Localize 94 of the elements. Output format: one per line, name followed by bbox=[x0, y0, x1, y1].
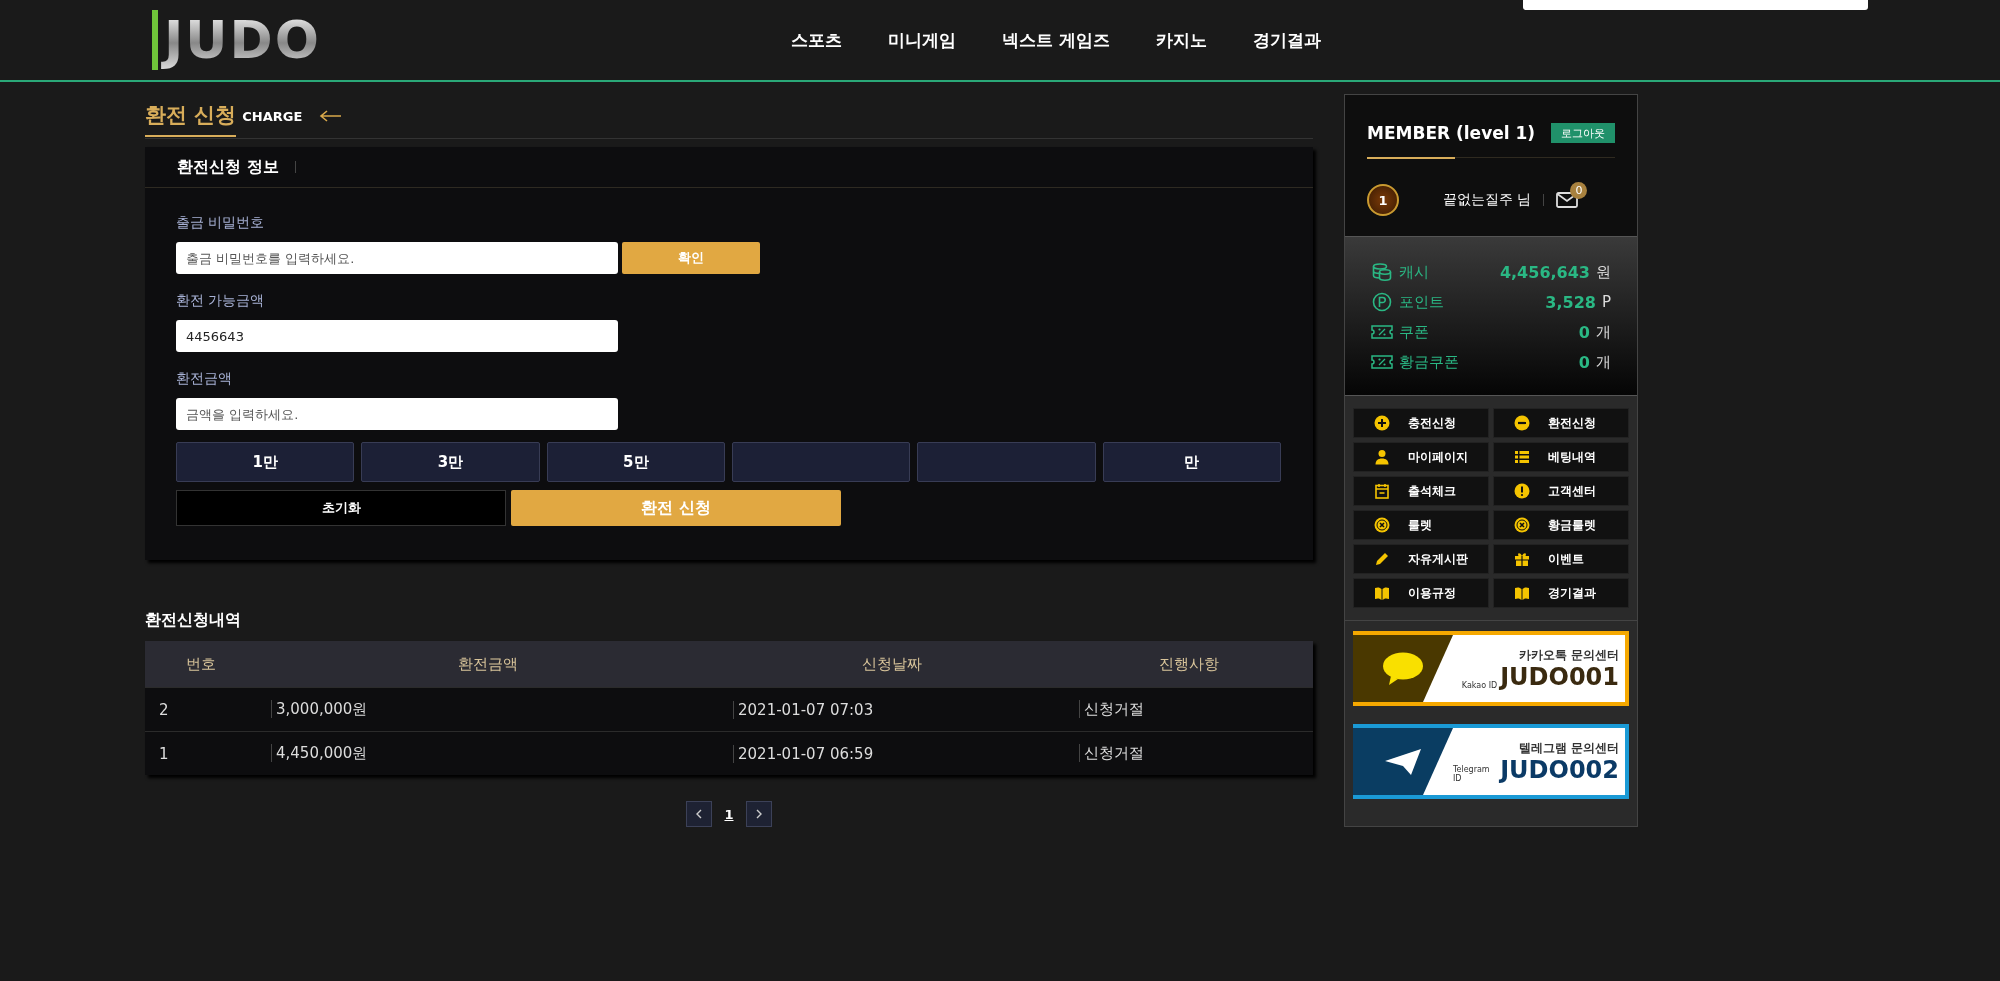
pencil-icon bbox=[1374, 551, 1390, 567]
contact-banner[interactable]: 카카오톡 문의센터 Kakao ID JUDO001 bbox=[1353, 631, 1629, 706]
nav-link[interactable]: 스포츠 bbox=[790, 28, 842, 52]
page-subtitle: CHARGE bbox=[242, 108, 303, 124]
message-count-badge: 0 bbox=[1570, 182, 1588, 199]
balance-unit: 원 bbox=[1596, 262, 1611, 282]
wheel-icon bbox=[1514, 517, 1530, 533]
nav-link[interactable]: 경기결과 bbox=[1252, 28, 1321, 52]
mail-icon[interactable] bbox=[1556, 192, 1579, 208]
plus-icon bbox=[1374, 415, 1390, 431]
table-cell: 2021-01-07 06:59 bbox=[733, 744, 874, 763]
balance-unit: 개 bbox=[1596, 322, 1611, 342]
banner-id: JUDO001 bbox=[1500, 664, 1619, 690]
menu-item[interactable]: 환전신청 bbox=[1493, 408, 1629, 438]
balance-value: 0 bbox=[1578, 322, 1590, 342]
logout-button[interactable]: 로그아웃 bbox=[1551, 123, 1615, 143]
balance-value: 4,456,643 bbox=[1499, 262, 1590, 282]
amount-button[interactable]: 5만 bbox=[546, 442, 725, 482]
balance-label: 캐시 bbox=[1399, 262, 1430, 282]
chevron-left-icon bbox=[695, 809, 704, 819]
minus-icon bbox=[1514, 415, 1530, 431]
table-cell: 신청거절 bbox=[1079, 744, 1144, 762]
column-header: 번호 bbox=[145, 641, 257, 688]
arrow-icon bbox=[318, 110, 343, 122]
alert-icon bbox=[1514, 483, 1530, 499]
menu-item[interactable]: 이벤트 bbox=[1493, 544, 1629, 574]
gift-icon bbox=[1514, 551, 1530, 567]
nav-link[interactable]: 카지노 bbox=[1155, 28, 1207, 52]
balance-unit: 개 bbox=[1596, 352, 1611, 372]
section-title: 환전신청내역 bbox=[145, 610, 242, 631]
password-field[interactable]: 출금 비밀번호를 입력하세요. bbox=[176, 242, 618, 274]
amount-button[interactable]: 1만 bbox=[176, 442, 355, 482]
table-cell: 2 bbox=[159, 700, 169, 719]
previous-page-button[interactable] bbox=[686, 801, 713, 827]
wheel-icon bbox=[1374, 517, 1390, 533]
menu-item[interactable]: 경기결과 bbox=[1493, 578, 1629, 608]
point-icon bbox=[1371, 292, 1393, 312]
menu-item[interactable]: 자유게시판 bbox=[1353, 544, 1489, 574]
menu-item[interactable]: 출석체크 bbox=[1353, 476, 1489, 506]
nav-link[interactable]: 넥스트 게임즈 bbox=[1001, 28, 1110, 52]
banner-title: 카카오톡 문의센터 bbox=[1518, 647, 1619, 664]
table-cell: 신청거절 bbox=[1079, 700, 1144, 718]
username: 끝없는질주 님 bbox=[1443, 191, 1532, 209]
member-title: MEMBER (level 1) bbox=[1367, 123, 1536, 143]
reset-button[interactable]: 초기화 bbox=[176, 490, 506, 526]
search-field[interactable] bbox=[1523, 0, 1868, 10]
amount-field[interactable]: 금액을 입력하세요. bbox=[176, 398, 618, 430]
contact-banner[interactable]: 텔레그램 문의센터 Telegram ID JUDO002 bbox=[1353, 724, 1629, 799]
balance-label: 포인트 bbox=[1399, 292, 1445, 312]
coupon-icon bbox=[1371, 355, 1393, 369]
field-label: 출금 비밀번호 bbox=[176, 214, 266, 232]
amount-button[interactable]: 3만 bbox=[361, 442, 540, 482]
amount-button[interactable]: 만 bbox=[1102, 442, 1281, 482]
balance-label: 황금쿠폰 bbox=[1399, 352, 1460, 372]
menu-item[interactable]: 황금룰렛 bbox=[1493, 510, 1629, 540]
panel-heading: 환전신청 정보 bbox=[177, 156, 279, 178]
banner-id-label: Kakao ID bbox=[1461, 681, 1498, 690]
balance-unit: P bbox=[1601, 293, 1611, 311]
next-page-button[interactable] bbox=[745, 801, 772, 827]
menu-item[interactable]: 룰렛 bbox=[1353, 510, 1489, 540]
column-header: 환전금액 bbox=[257, 641, 719, 688]
banner-id: JUDO002 bbox=[1500, 757, 1619, 783]
banner-id-label: Telegram ID bbox=[1453, 765, 1491, 783]
speech-bubble-icon bbox=[1381, 650, 1425, 687]
available-amount-field[interactable]: 4456643 bbox=[176, 320, 618, 352]
balance-value: 0 bbox=[1578, 352, 1590, 372]
menu-item[interactable]: 충전신청 bbox=[1353, 408, 1489, 438]
banner-title: 텔레그램 문의센터 bbox=[1518, 740, 1619, 757]
balance-value: 3,528 bbox=[1545, 292, 1596, 312]
menu-item[interactable]: 고객센터 bbox=[1493, 476, 1629, 506]
field-label: 환전금액 bbox=[176, 370, 233, 388]
menu-item[interactable]: 베팅내역 bbox=[1493, 442, 1629, 472]
table-cell: 3,000,000원 bbox=[271, 700, 368, 718]
balance-label: 쿠폰 bbox=[1399, 322, 1430, 342]
chevron-right-icon bbox=[754, 809, 763, 819]
menu-item[interactable]: 이용규정 bbox=[1353, 578, 1489, 608]
table-cell: 4,450,000원 bbox=[271, 744, 368, 762]
list-icon bbox=[1514, 449, 1530, 465]
book-icon bbox=[1514, 585, 1530, 601]
nav-link[interactable]: 미니게임 bbox=[887, 28, 956, 52]
field-label: 환전 가능금액 bbox=[176, 292, 266, 310]
table-cell: 2021-01-07 07:03 bbox=[733, 700, 874, 719]
table-cell: 1 bbox=[159, 744, 169, 763]
coupon-icon bbox=[1371, 325, 1393, 339]
calendar-icon bbox=[1374, 483, 1390, 499]
user-icon bbox=[1374, 449, 1390, 465]
page-link[interactable]: 1 bbox=[724, 806, 734, 822]
page-title: 환전 신청 bbox=[145, 95, 237, 137]
column-header: 진행사항 bbox=[1065, 641, 1313, 688]
book-icon bbox=[1374, 585, 1390, 601]
level-badge: 1 bbox=[1367, 184, 1399, 216]
coins-icon bbox=[1371, 263, 1393, 281]
menu-item[interactable]: 마이페이지 bbox=[1353, 442, 1489, 472]
column-header: 신청날짜 bbox=[719, 641, 1065, 688]
